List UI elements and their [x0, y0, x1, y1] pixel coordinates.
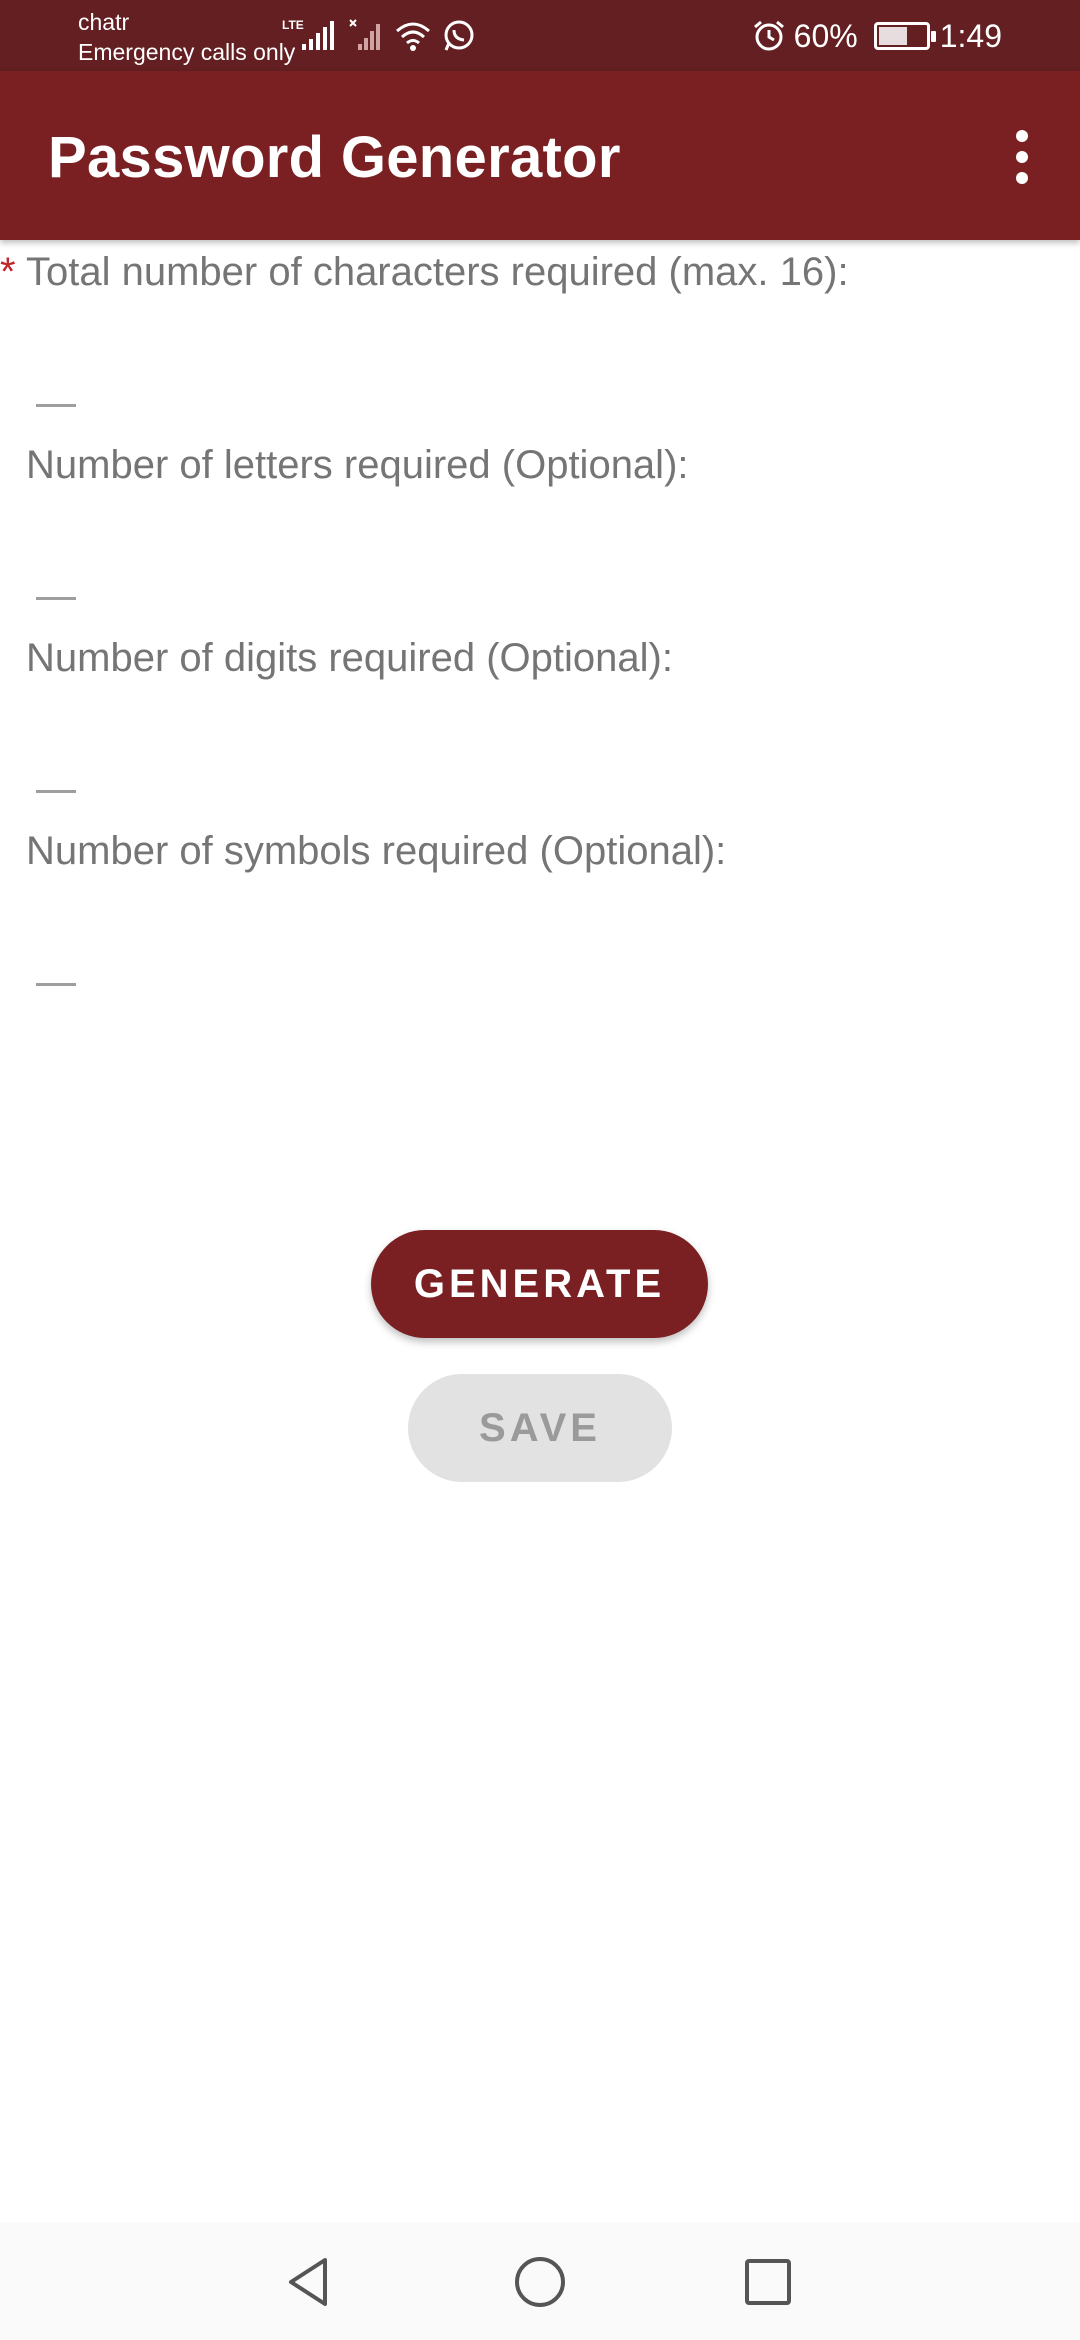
- total-characters-input[interactable]: [26, 330, 1056, 404]
- app-bar: Password Generator: [0, 71, 1080, 240]
- letters-label: Number of letters required (Optional):: [26, 443, 689, 487]
- whatsapp-icon: [444, 20, 474, 51]
- letters-input[interactable]: [26, 523, 1056, 597]
- clock: 1:49: [939, 17, 1002, 54]
- menu-dot: [1016, 130, 1028, 142]
- carrier-name: chatr: [78, 9, 130, 35]
- symbols-label: Number of symbols required (Optional):: [26, 829, 727, 873]
- signal-icon: LTE: [282, 18, 334, 50]
- save-button[interactable]: SAVE: [408, 1374, 672, 1482]
- digits-label: Number of digits required (Optional):: [26, 636, 673, 680]
- recents-icon[interactable]: [738, 2252, 798, 2312]
- more-vert-icon[interactable]: [990, 117, 1054, 197]
- menu-dot: [1016, 151, 1028, 163]
- network-type-label: LTE: [282, 18, 304, 32]
- total-characters-label: Total number of characters required (max…: [26, 250, 849, 294]
- digits-underline: [36, 790, 76, 793]
- status-bar: chatr Emergency calls only LTE 60% 1:49: [0, 0, 1080, 71]
- emergency-status: Emergency calls only: [78, 39, 296, 65]
- system-nav-bar: [0, 2222, 1080, 2340]
- app-title: Password Generator: [48, 125, 621, 190]
- symbols-underline: [36, 983, 76, 986]
- back-icon[interactable]: [279, 2252, 339, 2312]
- letters-underline: [36, 597, 76, 600]
- symbols-input[interactable]: [26, 909, 1056, 983]
- total-characters-underline: [36, 404, 76, 407]
- battery-percent: 60%: [793, 17, 858, 54]
- battery-icon: [873, 22, 936, 50]
- generate-button[interactable]: GENERATE: [371, 1230, 708, 1338]
- digits-input[interactable]: [26, 716, 1056, 790]
- home-icon[interactable]: [510, 2252, 570, 2312]
- menu-dot: [1016, 172, 1028, 184]
- battery-level: [878, 27, 907, 45]
- alarm-icon: [753, 20, 784, 51]
- required-marker: *: [0, 250, 16, 294]
- signal-none-icon: [349, 19, 380, 50]
- status-icons: LTE: [282, 16, 476, 56]
- status-right: 60% 1:49: [752, 14, 1002, 58]
- screen: chatr Emergency calls only LTE 60% 1:49 …: [0, 0, 1080, 2340]
- wifi-icon: [396, 22, 430, 51]
